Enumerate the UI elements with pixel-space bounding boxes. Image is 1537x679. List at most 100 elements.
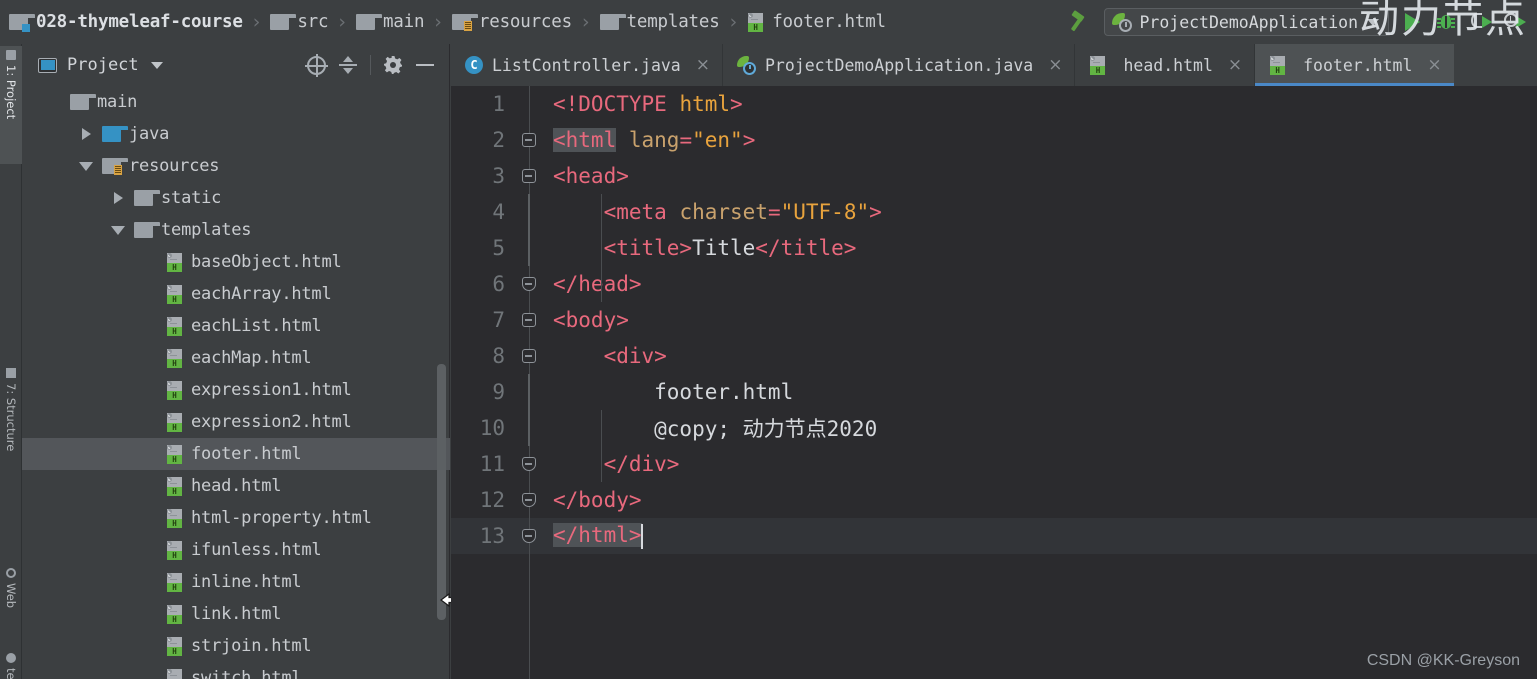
panel-title: Project — [67, 55, 139, 75]
tree-row[interactable]: Hswitch.html — [22, 662, 450, 679]
breadcrumb-item-resources[interactable]: resources — [451, 0, 572, 44]
folder-resources-icon — [102, 158, 128, 175]
tree-row[interactable]: Hexpression2.html — [22, 406, 450, 438]
tree-row-selected[interactable]: Hfooter.html — [22, 438, 450, 470]
project-tree[interactable]: main java resources static templates HbaseObj… — [22, 86, 450, 679]
code-line[interactable]: 8 <div> — [451, 338, 1537, 374]
html-file-icon: H — [747, 12, 764, 32]
tree-row[interactable]: Hinline.html — [22, 566, 450, 598]
tree-row[interactable]: Hstrjoin.html — [22, 630, 450, 662]
tree-row[interactable]: main — [22, 86, 450, 118]
breadcrumb-separator: › — [252, 11, 261, 33]
fold-toggle-icon[interactable] — [522, 133, 536, 147]
fold-toggle-icon[interactable] — [522, 313, 536, 327]
code-text: </html> — [545, 523, 643, 549]
code-line[interactable]: 7 <body> — [451, 302, 1537, 338]
fold-gutter[interactable] — [515, 122, 545, 158]
close-icon[interactable]: × — [696, 55, 710, 75]
tree-row[interactable]: java — [22, 118, 450, 150]
tree-row[interactable]: Hlink.html — [22, 598, 450, 630]
breadcrumb[interactable]: 028-thymeleaf-course › src › main › resources ›… — [0, 0, 886, 44]
tree-node-label: inline.html — [191, 572, 302, 592]
fold-gutter[interactable] — [515, 158, 545, 194]
code-line[interactable]: 5 <title>Title</title> — [451, 230, 1537, 266]
fold-gutter[interactable] — [515, 86, 545, 122]
tree-row[interactable]: templates — [22, 214, 450, 246]
code-line[interactable]: 11 </div> — [451, 446, 1537, 482]
tool-window-button-1--project[interactable]: 1: Project — [0, 46, 22, 164]
tree-toggle-right-icon[interactable] — [102, 192, 134, 204]
gear-icon[interactable] — [379, 51, 407, 79]
tool-window-button-web[interactable]: Web — [0, 564, 22, 640]
chevron-down-icon[interactable] — [1367, 18, 1379, 26]
tool-window-button-7--structure[interactable]: 7: Structure — [0, 364, 22, 492]
code-line[interactable]: 6 </head> — [451, 266, 1537, 302]
fold-gutter[interactable] — [515, 374, 545, 410]
tree-row[interactable]: Hexpression1.html — [22, 374, 450, 406]
close-icon[interactable]: × — [1427, 55, 1441, 75]
tree-row[interactable]: HeachList.html — [22, 310, 450, 342]
breadcrumb-item-templates[interactable]: templates — [599, 0, 720, 44]
code-line[interactable]: 4 <meta charset="UTF-8"> — [451, 194, 1537, 230]
locate-icon[interactable] — [302, 51, 330, 79]
code-line[interactable]: 10 @copy; 动力节点2020 — [451, 410, 1537, 446]
close-icon[interactable]: × — [1228, 55, 1242, 75]
hide-icon[interactable] — [411, 51, 439, 79]
fold-gutter[interactable] — [515, 302, 545, 338]
run-configuration-selector[interactable]: ProjectDemoApplication — [1104, 8, 1389, 36]
tree-row[interactable]: HeachArray.html — [22, 278, 450, 310]
close-icon[interactable]: × — [1048, 55, 1062, 75]
tool-window-button-tes[interactable]: tes — [0, 649, 22, 679]
fold-toggle-icon[interactable] — [522, 277, 536, 291]
breadcrumb-item-main[interactable]: main — [355, 0, 424, 44]
tree-toggle-down-icon[interactable] — [70, 161, 102, 171]
fold-gutter[interactable] — [515, 266, 545, 302]
line-number: 7 — [492, 308, 505, 332]
fold-gutter[interactable] — [515, 410, 545, 446]
code-editor[interactable]: 1 <!DOCTYPE html> 2 <html lang="en"> 3 <head>… — [451, 86, 1537, 679]
editor-tab-listcontroller-java[interactable]: C ListController.java × — [451, 44, 722, 86]
editor-tab-projectdemoapplication-java[interactable]: ProjectDemoApplication.java × — [723, 44, 1075, 86]
fold-gutter[interactable] — [515, 230, 545, 266]
fold-gutter[interactable] — [515, 194, 545, 230]
tree-row[interactable]: static — [22, 182, 450, 214]
run-button[interactable] — [1395, 5, 1429, 39]
editor-tabs[interactable]: C ListController.java × ProjectDemoApplicat… — [451, 44, 1537, 86]
fold-gutter[interactable] — [515, 338, 545, 374]
breadcrumb-item-src[interactable]: src — [270, 0, 329, 44]
project-scrollbar[interactable] — [437, 364, 446, 620]
fold-gutter[interactable] — [515, 518, 545, 554]
run-with-coverage-button[interactable] — [1463, 5, 1497, 39]
tree-row[interactable]: resources — [22, 150, 450, 182]
tree-toggle-down-icon[interactable] — [102, 225, 134, 235]
java-class-icon: C — [465, 56, 483, 74]
debug-button[interactable] — [1429, 5, 1463, 39]
fold-gutter[interactable] — [515, 446, 545, 482]
tree-row[interactable]: HeachMap.html — [22, 342, 450, 374]
code-line[interactable]: 1 <!DOCTYPE html> — [451, 86, 1537, 122]
fold-toggle-icon[interactable] — [522, 493, 536, 507]
collapse-all-icon[interactable] — [334, 51, 362, 79]
fold-toggle-icon[interactable] — [522, 457, 536, 471]
chevron-down-icon[interactable] — [150, 61, 163, 69]
fold-toggle-icon[interactable] — [522, 169, 536, 183]
run-with-profiler-button[interactable] — [1497, 5, 1531, 39]
code-line[interactable]: 3 <head> — [451, 158, 1537, 194]
tree-row[interactable]: HbaseObject.html — [22, 246, 450, 278]
editor-tab-footer-html[interactable]: Hfooter.html × — [1255, 44, 1454, 86]
code-line[interactable]: 9 footer.html — [451, 374, 1537, 410]
code-line[interactable]: 13 </html> — [451, 518, 1537, 554]
fold-toggle-icon[interactable] — [522, 349, 536, 363]
breadcrumb-item-footer-html[interactable]: Hfooter.html — [747, 0, 886, 44]
code-line[interactable]: 2 <html lang="en"> — [451, 122, 1537, 158]
tree-row[interactable]: Hhead.html — [22, 470, 450, 502]
tree-row[interactable]: Hhtml-property.html — [22, 502, 450, 534]
breadcrumb-item-028-thymeleaf-course[interactable]: 028-thymeleaf-course — [9, 0, 243, 44]
tree-toggle-right-icon[interactable] — [70, 128, 102, 140]
tree-row[interactable]: Hifunless.html — [22, 534, 450, 566]
fold-toggle-icon[interactable] — [522, 529, 536, 543]
code-line[interactable]: 12 </body> — [451, 482, 1537, 518]
fold-gutter[interactable] — [515, 482, 545, 518]
hammer-icon[interactable] — [1064, 5, 1098, 39]
editor-tab-head-html[interactable]: Hhead.html × — [1075, 44, 1255, 86]
